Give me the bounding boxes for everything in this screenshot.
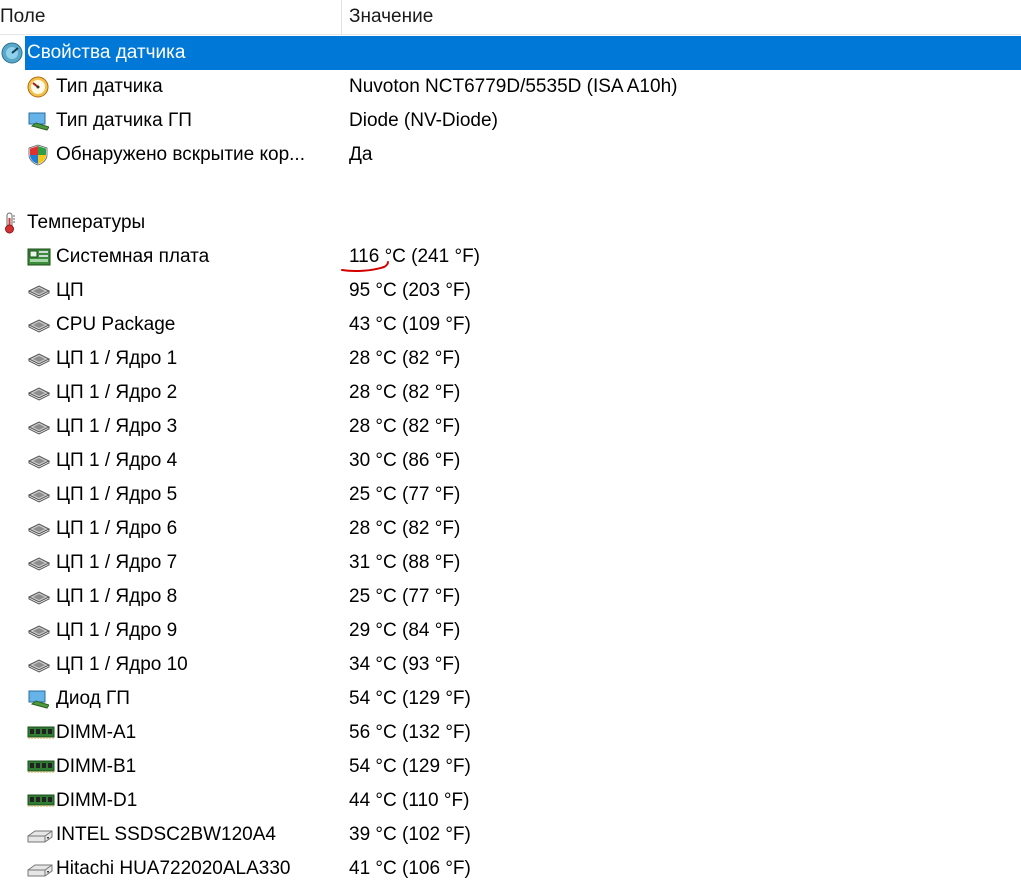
temperature-row[interactable]: DIMM-A1 56 °C (132 °F): [0, 716, 1021, 750]
item-label: CPU Package: [56, 314, 176, 335]
temperature-row[interactable]: DIMM-D1 44 °C (110 °F): [0, 784, 1021, 818]
cpu-chip-icon: [27, 314, 51, 336]
item-label: DIMM-B1: [56, 756, 137, 777]
temperature-row[interactable]: ЦП 1 / Ядро 6 28 °C (82 °F): [0, 512, 1021, 546]
windows-shield-icon: [27, 144, 49, 166]
motherboard-icon: [27, 246, 51, 268]
temperature-row[interactable]: ЦП 1 / Ядро 8 25 °C (77 °F): [0, 580, 1021, 614]
group-label: Температуры: [27, 212, 146, 233]
cpu-chip-icon: [27, 552, 51, 574]
item-value: 28 °C (82 °F): [349, 382, 461, 403]
item-value: 25 °C (77 °F): [349, 586, 461, 607]
item-label: ЦП: [56, 280, 84, 301]
item-label: ЦП 1 / Ядро 10: [56, 654, 188, 675]
sensor-disc-icon: [1, 42, 23, 64]
drive-icon: [27, 824, 53, 846]
item-label: Системная плата: [56, 246, 210, 267]
item-value: 41 °C (106 °F): [349, 858, 471, 879]
column-header-field[interactable]: Поле: [0, 0, 342, 34]
item-label: ЦП 1 / Ядро 5: [56, 484, 178, 505]
cpu-chip-icon: [27, 416, 51, 438]
item-label: DIMM-A1: [56, 722, 137, 743]
item-value: 44 °C (110 °F): [349, 790, 470, 811]
item-label: DIMM-D1: [56, 790, 138, 811]
group-sensor-properties[interactable]: Свойства датчика: [0, 36, 1021, 70]
temperature-row[interactable]: ЦП 1 / Ядро 10 34 °C (93 °F): [0, 648, 1021, 682]
temperature-row[interactable]: ЦП 1 / Ядро 3 28 °C (82 °F): [0, 410, 1021, 444]
temperature-row[interactable]: CPU Package 43 °C (109 °F): [0, 308, 1021, 342]
list-item[interactable]: Тип датчика Nuvoton NCT6779D/5535D (ISA …: [0, 70, 1021, 104]
item-label: Обнаружено вскрытие кор...: [56, 144, 305, 165]
gpu-monitor-icon: [27, 110, 49, 132]
item-label: ЦП 1 / Ядро 8: [56, 586, 178, 607]
group-temperatures[interactable]: Температуры: [0, 206, 1021, 240]
item-label: Диод ГП: [56, 688, 130, 709]
temperature-row[interactable]: Системная плата 116 °C (241 °F): [0, 240, 1021, 274]
group-label: Свойства датчика: [27, 42, 186, 63]
item-value: 28 °C (82 °F): [349, 348, 461, 369]
cpu-chip-icon: [27, 620, 51, 642]
cpu-chip-icon: [27, 518, 51, 540]
cpu-chip-icon: [27, 484, 51, 506]
item-value: 28 °C (82 °F): [349, 518, 461, 539]
column-header-value[interactable]: Значение: [349, 0, 1009, 34]
temperature-row[interactable]: INTEL SSDSC2BW120A4 39 °C (102 °F): [0, 818, 1021, 852]
cpu-chip-icon: [27, 382, 51, 404]
item-value: 54 °C (129 °F): [349, 756, 471, 777]
item-label: Тип датчика ГП: [56, 110, 192, 131]
item-label: ЦП 1 / Ядро 9: [56, 620, 178, 641]
item-value: 28 °C (82 °F): [349, 416, 461, 437]
item-label: INTEL SSDSC2BW120A4: [56, 824, 276, 845]
gpu-monitor-icon: [27, 688, 49, 710]
cpu-chip-icon: [27, 586, 51, 608]
cpu-chip-icon: [27, 280, 51, 302]
list-item[interactable]: Тип датчика ГП Diode (NV-Diode): [0, 104, 1021, 138]
item-value: Nuvoton NCT6779D/5535D (ISA A10h): [349, 76, 678, 97]
temperature-row[interactable]: Hitachi HUA722020ALA330 41 °C (106 °F): [0, 852, 1021, 886]
temperature-row[interactable]: ЦП 1 / Ядро 2 28 °C (82 °F): [0, 376, 1021, 410]
item-value: 30 °C (86 °F): [349, 450, 461, 471]
item-value: 29 °C (84 °F): [349, 620, 461, 641]
memory-module-icon: [27, 790, 55, 812]
item-value: 31 °C (88 °F): [349, 552, 461, 573]
item-value: 25 °C (77 °F): [349, 484, 461, 505]
item-value: 34 °C (93 °F): [349, 654, 461, 675]
gauge-icon: [27, 76, 49, 98]
temperature-row[interactable]: DIMM-B1 54 °C (129 °F): [0, 750, 1021, 784]
item-label: ЦП 1 / Ядро 2: [56, 382, 178, 403]
item-label: ЦП 1 / Ядро 7: [56, 552, 178, 573]
temperature-row[interactable]: ЦП 1 / Ядро 7 31 °C (88 °F): [0, 546, 1021, 580]
list-header: Поле Значение: [0, 0, 1021, 35]
item-value: 95 °C (203 °F): [349, 280, 471, 301]
temperature-row[interactable]: ЦП 1 / Ядро 4 30 °C (86 °F): [0, 444, 1021, 478]
item-value: Да: [349, 144, 373, 165]
drive-icon: [27, 858, 53, 880]
cpu-chip-icon: [27, 450, 51, 472]
item-label: Hitachi HUA722020ALA330: [56, 858, 291, 879]
cpu-chip-icon: [27, 348, 51, 370]
item-label: Тип датчика: [56, 76, 163, 97]
cpu-chip-icon: [27, 654, 51, 676]
item-value: Diode (NV-Diode): [349, 110, 498, 131]
item-label: ЦП 1 / Ядро 1: [56, 348, 178, 369]
memory-module-icon: [27, 756, 55, 778]
temperature-row[interactable]: ЦП 1 / Ядро 5 25 °C (77 °F): [0, 478, 1021, 512]
item-label: ЦП 1 / Ядро 4: [56, 450, 178, 471]
item-value: 43 °C (109 °F): [349, 314, 471, 335]
temperature-row[interactable]: ЦП 1 / Ядро 9 29 °C (84 °F): [0, 614, 1021, 648]
temperature-row[interactable]: Диод ГП 54 °C (129 °F): [0, 682, 1021, 716]
memory-module-icon: [27, 722, 55, 744]
sensor-list: Свойства датчика Тип датчика Nuvoton NCT…: [0, 36, 1021, 886]
item-label: ЦП 1 / Ядро 6: [56, 518, 178, 539]
item-label: ЦП 1 / Ядро 3: [56, 416, 178, 437]
item-value: 39 °C (102 °F): [349, 824, 471, 845]
item-value: 56 °C (132 °F): [349, 722, 471, 743]
thermometer-icon: [1, 212, 23, 234]
list-item[interactable]: Обнаружено вскрытие кор... Да: [0, 138, 1021, 172]
temperature-row[interactable]: ЦП 1 / Ядро 1 28 °C (82 °F): [0, 342, 1021, 376]
temperature-row[interactable]: ЦП 95 °C (203 °F): [0, 274, 1021, 308]
item-value: 54 °C (129 °F): [349, 688, 471, 709]
